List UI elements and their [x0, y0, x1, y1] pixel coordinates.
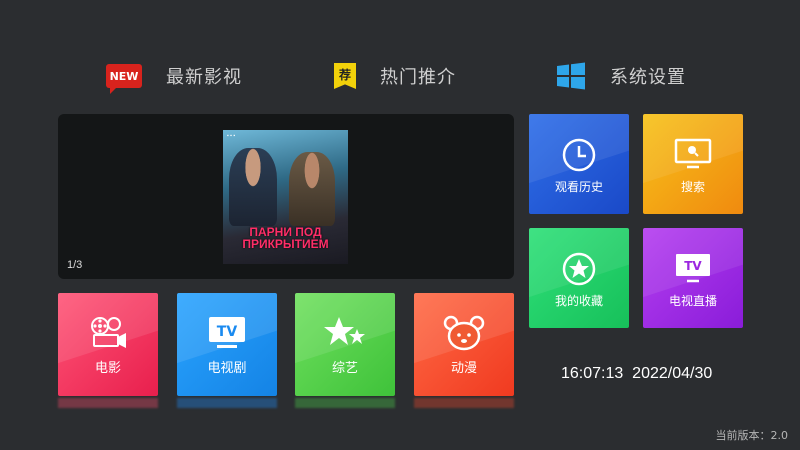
search-tile[interactable]: 搜索 — [643, 114, 743, 214]
category-tv-series-label: 电视剧 — [207, 361, 247, 376]
featured-banner[interactable]: ▪ ▪ ▪ ПАРНИ ПОД ПРИКРЫТИЕМ 1/3 — [58, 114, 514, 279]
clock-date: 16:07:13 2022/04/30 — [561, 365, 712, 383]
tv-live-label: 电视直播 — [668, 294, 717, 308]
category-variety-tile[interactable]: 综艺 — [295, 293, 395, 396]
category-variety-label: 综艺 — [331, 361, 358, 376]
search-label: 搜索 — [680, 180, 705, 194]
category-tv-series-tile[interactable]: TV 电视剧 — [177, 293, 277, 396]
tv-live-tile[interactable]: TV 电视直播 — [643, 228, 743, 328]
nav-latest-movies-label: 最新影视 — [166, 67, 242, 88]
nav-system-settings[interactable]: 系统设置 — [556, 58, 686, 94]
category-anime-label: 动漫 — [450, 361, 477, 376]
tv-icon: TV — [209, 317, 245, 348]
windows-icon — [557, 62, 585, 90]
clock-icon — [562, 138, 596, 172]
svg-text:TV: TV — [684, 259, 702, 273]
star-circle-icon — [562, 252, 596, 286]
watch-history-tile[interactable]: 观看历史 — [529, 114, 629, 214]
nav-hot-recommend-label: 热门推介 — [380, 67, 456, 88]
poster-title: ПАРНИ ПОД ПРИКРЫТИЕМ — [227, 226, 344, 250]
category-movie-tile[interactable]: 电影 — [58, 293, 158, 396]
bear-face-icon — [443, 315, 485, 351]
stars-icon — [324, 317, 365, 345]
clock-date-value: 2022/04/30 — [632, 365, 713, 382]
my-favorites-label: 我的收藏 — [554, 294, 603, 308]
banner-page-counter: 1/3 — [67, 259, 83, 271]
new-badge-icon: NEW — [106, 64, 142, 94]
clock-time: 16:07:13 — [561, 365, 624, 382]
version-label: 当前版本：2.0 — [715, 429, 789, 442]
recommend-badge-icon: 荐 — [334, 63, 356, 89]
poster-title-line2: ПРИКРЫТИЕМ — [242, 237, 329, 251]
category-movie-label: 电影 — [94, 361, 121, 376]
my-favorites-tile[interactable]: 我的收藏 — [529, 228, 629, 328]
poster-figure-left — [229, 148, 277, 226]
watch-history-label: 观看历史 — [554, 180, 603, 194]
tv-live-icon: TV — [676, 254, 710, 283]
category-tv-series-reflection — [177, 398, 277, 408]
poster-top-text: ▪ ▪ ▪ — [227, 133, 236, 139]
poster-figure-right — [289, 152, 335, 226]
category-movie-reflection — [58, 398, 158, 408]
svg-text:TV: TV — [217, 324, 238, 340]
nav-hot-recommend[interactable]: 荐 热门推介 — [334, 58, 456, 94]
category-anime-reflection — [414, 398, 514, 408]
nav-latest-movies[interactable]: NEW 最新影视 — [106, 58, 242, 94]
category-anime-tile[interactable]: 动漫 — [414, 293, 514, 396]
featured-poster[interactable]: ▪ ▪ ▪ ПАРНИ ПОД ПРИКРЫТИЕМ — [223, 130, 348, 264]
nav-system-settings-label: 系统设置 — [610, 67, 686, 88]
film-reel-icon — [91, 317, 126, 348]
monitor-search-icon — [674, 138, 712, 169]
category-variety-reflection — [295, 398, 395, 408]
